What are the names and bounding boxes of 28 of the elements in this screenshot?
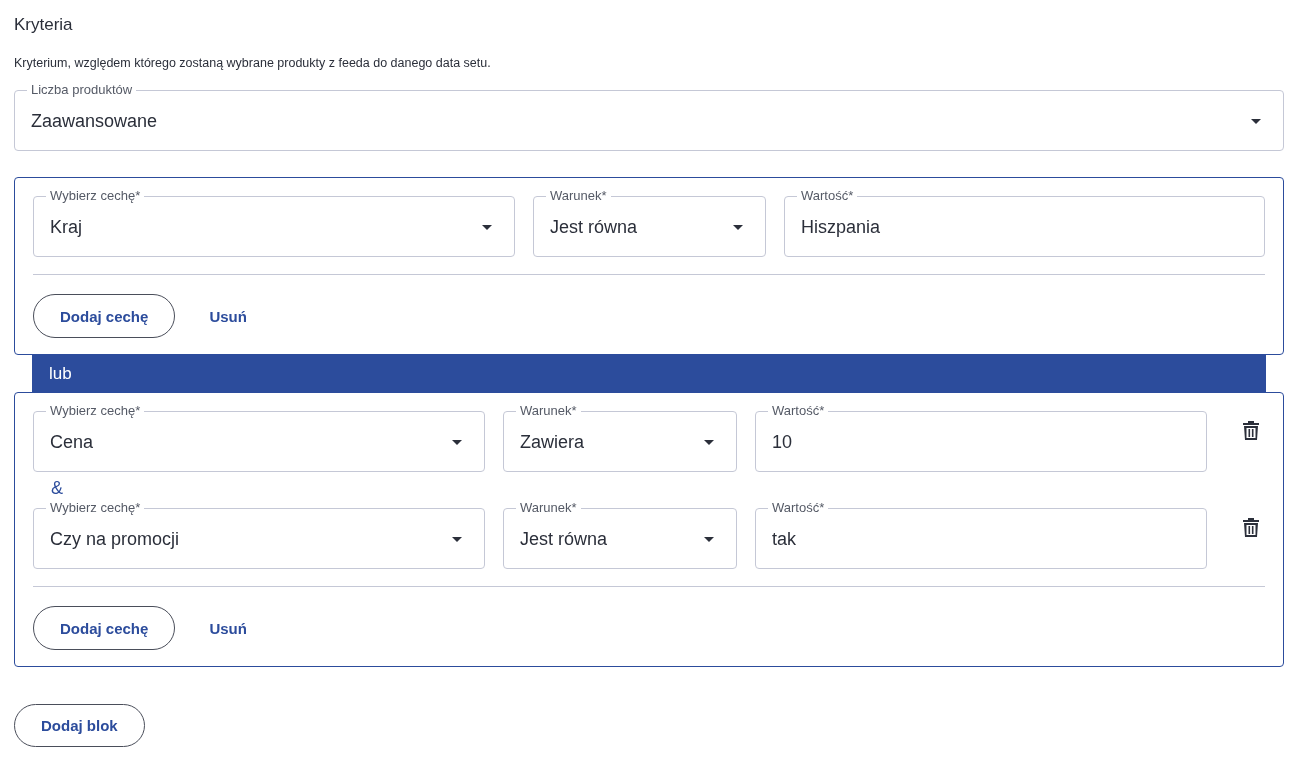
- input-field[interactable]: Wartość* 10: [755, 404, 1207, 472]
- trash-icon[interactable]: [1243, 518, 1259, 537]
- caret-icon: [704, 537, 714, 542]
- input-field[interactable]: Wartość* tak: [755, 501, 1207, 569]
- select-field[interactable]: Warunek* Jest równa: [503, 501, 737, 569]
- and-joiner: &: [50, 478, 64, 498]
- trash-icon[interactable]: [1243, 421, 1259, 440]
- select-field[interactable]: Liczba produktów Zaawansowane: [14, 83, 1284, 151]
- add-feature-button[interactable]: Dodaj cechę: [33, 294, 176, 338]
- section-description: Kryterium, względem którego zostaną wybrane produkty z feeda do danego data setu.: [14, 55, 492, 71]
- caret-icon: [1251, 119, 1261, 124]
- caret-icon: [733, 225, 743, 230]
- caret-icon: [452, 440, 462, 445]
- caret-icon: [482, 225, 492, 230]
- select-field[interactable]: Wybierz cechę* Kraj: [33, 189, 515, 257]
- select-field[interactable]: Wybierz cechę* Czy na promocji: [33, 501, 485, 569]
- select-field[interactable]: Wybierz cechę* Cena: [33, 404, 485, 472]
- caret-icon: [704, 440, 714, 445]
- or-separator: lub: [32, 355, 1266, 392]
- input-field[interactable]: Wartość* Hiszpania: [784, 189, 1265, 257]
- select-field[interactable]: Warunek* Zawiera: [503, 404, 737, 472]
- caret-icon: [452, 537, 462, 542]
- section-title: Kryteria: [14, 14, 74, 36]
- add-feature-button[interactable]: Dodaj cechę: [33, 606, 176, 650]
- add-block-button[interactable]: Dodaj blok: [14, 704, 145, 747]
- remove-button[interactable]: Usuń: [209, 307, 247, 325]
- remove-button[interactable]: Usuń: [209, 619, 247, 637]
- select-field[interactable]: Warunek* Jest równa: [533, 189, 766, 257]
